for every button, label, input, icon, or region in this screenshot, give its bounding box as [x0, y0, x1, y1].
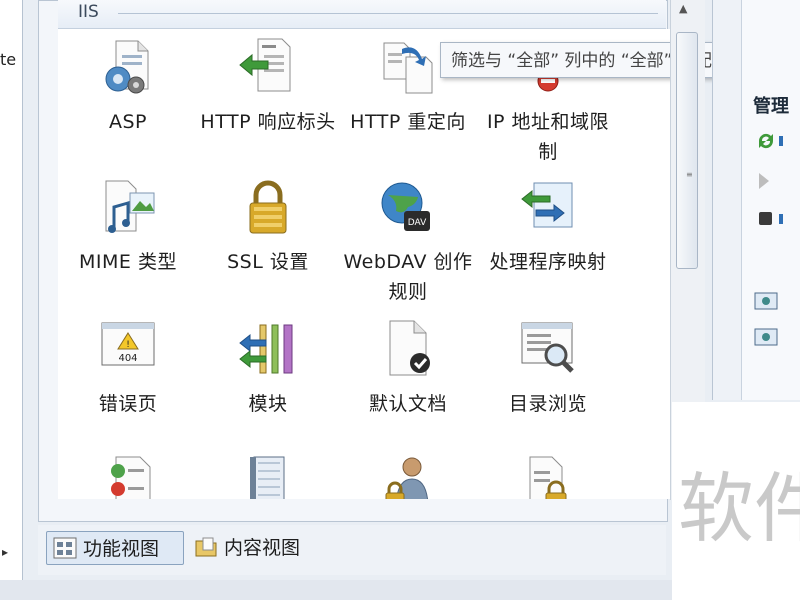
checklist-icon [111, 456, 151, 499]
directory-browsing-icon [521, 322, 574, 373]
feature-ssl-settings[interactable]: SSL 设置 [198, 175, 338, 277]
group-divider [118, 13, 658, 14]
feature-label: HTTP 响应标头 [200, 111, 336, 133]
content-view-button[interactable]: 内容视图 [188, 531, 328, 565]
feature-asp[interactable]: ASP [58, 35, 198, 137]
feature-checklist[interactable] [58, 453, 198, 499]
restart-icon[interactable] [753, 130, 783, 152]
scroll-thumb[interactable]: ≡ [676, 32, 698, 269]
feature-label: MIME 类型 [79, 251, 177, 273]
watermark: 软件 [672, 402, 800, 600]
feature-label: 模块 [248, 393, 288, 415]
scroll-right-arrow[interactable]: ▸ [2, 545, 8, 559]
feature-http-response-headers[interactable]: HTTP 响应标头 [198, 35, 338, 137]
browse-site-icon[interactable] [753, 290, 783, 312]
feature-label: 默认文档 [368, 393, 447, 415]
svg-text:!: ! [126, 340, 130, 350]
svg-text:404: 404 [118, 353, 137, 364]
group-header-iis[interactable]: IIS [58, 0, 666, 29]
group-title: IIS [78, 2, 99, 22]
feature-label: WebDAV 创作规则 [343, 251, 473, 303]
content-view-icon [195, 537, 217, 557]
view-switcher: 功能视图 内容视图 [38, 525, 666, 575]
feature-label: SSL 设置 [227, 251, 309, 273]
feature-label: HTTP 重定向 [350, 111, 466, 133]
feature-error-pages[interactable]: ! 404 错误页 [58, 317, 198, 419]
feature-label: 处理程序映射 [489, 251, 607, 273]
feature-label: 错误页 [98, 393, 158, 415]
asp-icon [105, 40, 149, 94]
feature-mime-types[interactable]: MIME 类型 [58, 175, 198, 277]
feature-default-document[interactable]: 默认文档 [338, 317, 478, 419]
features-view-icon [53, 537, 77, 559]
browse-site-icon-2[interactable] [753, 326, 783, 348]
scroll-up-arrow[interactable]: ▲ [679, 2, 687, 15]
feature-label: ASP [108, 111, 147, 133]
notebook-icon [250, 456, 285, 499]
actions-heading: 管理 [753, 96, 789, 117]
feature-grid: ASP HTTP 响应标头 HTTP 重定向 IP 地址和域限制 MIME 类型… [58, 29, 670, 499]
feature-user-lock[interactable] [338, 453, 478, 499]
feature-webdav-authoring-rules[interactable]: DAV WebDAV 创作规则 [338, 175, 478, 307]
default-document-icon [389, 320, 430, 376]
http-response-headers-icon [239, 38, 291, 92]
thumb-grip: ≡ [686, 170, 693, 179]
http-redirect-icon [383, 42, 433, 94]
features-view-button[interactable]: 功能视图 [46, 531, 184, 565]
actions-pane: 管理 [712, 0, 800, 400]
mime-types-icon [105, 180, 155, 233]
features-view-label: 功能视图 [83, 538, 160, 560]
feature-label: 目录浏览 [508, 393, 587, 415]
feature-directory-browsing[interactable]: 目录浏览 [478, 317, 618, 419]
watermark-text: 软件 [678, 464, 800, 553]
tree-node-text[interactable]: te [0, 50, 16, 69]
start-icon[interactable] [753, 170, 783, 192]
handler-mappings-icon [521, 182, 573, 228]
feature-handler-mappings[interactable]: 处理程序映射 [478, 175, 618, 277]
document-lock-icon [529, 456, 567, 499]
stop-icon[interactable] [753, 208, 783, 230]
ssl-settings-icon [249, 180, 287, 234]
error-pages-icon: ! 404 [101, 322, 155, 366]
user-lock-icon [385, 457, 429, 499]
modules-icon [239, 324, 293, 374]
webdav-authoring-rules-icon: DAV [381, 182, 430, 231]
feature-label: IP 地址和域限制 [486, 111, 610, 163]
connections-pane: te ▸ [0, 0, 23, 580]
feature-document-lock[interactable] [478, 453, 618, 499]
content-view-label: 内容视图 [224, 537, 301, 559]
svg-text:DAV: DAV [408, 218, 427, 228]
feature-notebook[interactable] [198, 453, 338, 499]
feature-modules[interactable]: 模块 [198, 317, 338, 419]
